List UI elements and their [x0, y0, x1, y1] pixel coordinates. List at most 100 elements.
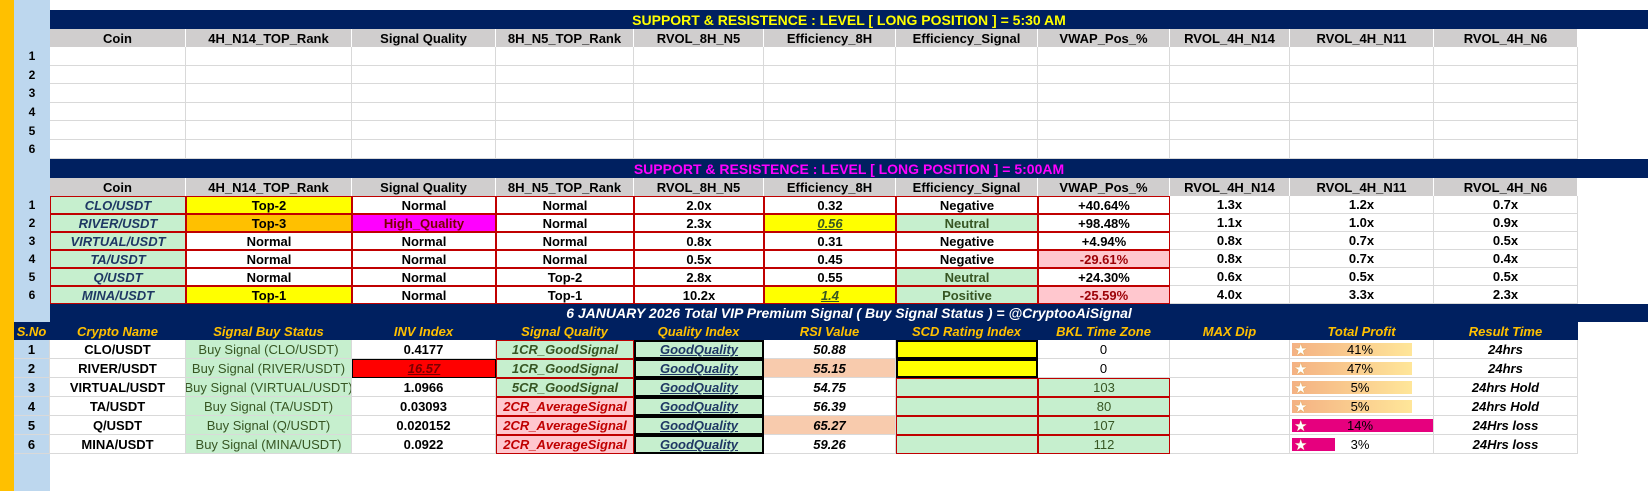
max-dip-cell — [1170, 435, 1290, 454]
empty-cell — [1290, 84, 1434, 103]
coin-cell: CLO/USDT — [50, 196, 186, 214]
rvol-8h-cell: 10.2x — [634, 286, 764, 304]
max-dip-cell — [1170, 378, 1290, 397]
empty-cell — [1434, 47, 1578, 66]
row-number: 4 — [14, 102, 50, 122]
rank-4h-cell: Top-1 — [186, 286, 352, 304]
crypto-name-cell: TA/USDT — [50, 397, 186, 416]
quality-index-cell: GoodQuality — [634, 378, 764, 397]
rank-4h-cell: Normal — [186, 232, 352, 250]
empty-cell — [186, 84, 352, 103]
empty-cell — [352, 102, 496, 122]
quality-index-cell: GoodQuality — [634, 435, 764, 454]
empty-cell — [1170, 140, 1290, 159]
signal-quality-cell: Normal — [352, 286, 496, 304]
rsi-cell: 55.15 — [764, 359, 896, 378]
total-profit-cell: ★ 5% — [1290, 378, 1434, 397]
total-profit-cell: ★ 47% — [1290, 359, 1434, 378]
rsi-cell: 50.88 — [764, 340, 896, 359]
bkl-time-cell: 0 — [1038, 359, 1170, 378]
empty-cell — [634, 102, 764, 122]
empty-cell — [1434, 65, 1578, 85]
vwap-cell: +98.48% — [1038, 214, 1170, 232]
table-row: Q/USDT Normal Normal Top-2 2.8x 0.55 Neutral +2… — [50, 268, 1578, 286]
column-header: VWAP_Pos_% — [1038, 29, 1170, 47]
empty-cell — [1170, 121, 1290, 140]
rsi-cell: 65.27 — [764, 416, 896, 435]
vwap-cell: -25.59% — [1038, 286, 1170, 304]
rvol-4h-n14-cell: 0.8x — [1170, 232, 1290, 250]
column-header: RVOL_4H_N14 — [1170, 29, 1290, 47]
inv-index-cell: 0.020152 — [352, 416, 496, 435]
inv-index-cell: 16.57 — [352, 359, 496, 378]
coin-cell: TA/USDT — [50, 250, 186, 268]
total-profit-cell: ★ 5% — [1290, 397, 1434, 416]
section1-header-row: Coin 4H_N14_TOP_Rank Signal Quality 8H_N5_T… — [50, 29, 1578, 47]
column-header: Efficiency_8H — [764, 29, 896, 47]
signal-quality-cell: 1CR_GoodSignal — [496, 359, 634, 378]
empty-cell — [1434, 102, 1578, 122]
coin-cell: Q/USDT — [50, 268, 186, 286]
serial-number: 1 — [14, 340, 50, 359]
crypto-name-cell: Q/USDT — [50, 416, 186, 435]
signal-row: 5 Q/USDT Buy Signal (Q/USDT) 0.020152 2CR_Av… — [14, 416, 1578, 435]
row-number: 1 — [14, 196, 50, 214]
rank-8h-cell: Normal — [496, 196, 634, 214]
column-header: Result Time — [1434, 322, 1578, 340]
empty-cell — [496, 47, 634, 66]
coin-cell: MINA/USDT — [50, 286, 186, 304]
efficiency-cell: 0.55 — [764, 268, 896, 286]
column-header: Efficiency_Signal — [896, 178, 1038, 196]
efficiency-signal-cell: Negative — [896, 196, 1038, 214]
column-header: RVOL_4H_N11 — [1290, 178, 1434, 196]
signal-row: 1 CLO/USDT Buy Signal (CLO/USDT) 0.4177 1CR_… — [14, 340, 1578, 359]
column-header: RSI Value — [764, 322, 896, 340]
empty-row — [50, 140, 1578, 159]
total-profit-cell: ★ 3% — [1290, 435, 1434, 454]
empty-cell — [634, 140, 764, 159]
profit-value: 14% — [1346, 418, 1374, 433]
serial-number: 4 — [14, 397, 50, 416]
crypto-name-cell: VIRTUAL/USDT — [50, 378, 186, 397]
profit-value: 5% — [1350, 380, 1370, 395]
buy-status-cell: Buy Signal (Q/USDT) — [186, 416, 352, 435]
column-header: 8H_N5_TOP_Rank — [496, 29, 634, 47]
empty-cell — [352, 65, 496, 85]
vwap-cell: +24.30% — [1038, 268, 1170, 286]
scd-rating-cell — [896, 359, 1038, 378]
scd-rating-cell — [896, 378, 1038, 397]
efficiency-signal-cell: Positive — [896, 286, 1038, 304]
empty-cell — [186, 140, 352, 159]
empty-cell — [1290, 102, 1434, 122]
rvol-4h-n6-cell: 0.7x — [1434, 196, 1578, 214]
column-header: SCD Rating Index — [896, 322, 1038, 340]
signal-quality-cell: 2CR_AverageSignal — [496, 416, 634, 435]
profit-value: 3% — [1350, 437, 1370, 452]
quality-index-cell: GoodQuality — [634, 416, 764, 435]
rank-4h-cell: Normal — [186, 250, 352, 268]
signal-row: 2 RIVER/USDT Buy Signal (RIVER/USDT) 16.57 1… — [14, 359, 1578, 378]
empty-row — [50, 121, 1578, 140]
rvol-4h-n11-cell: 0.7x — [1290, 250, 1434, 268]
row-number: 5 — [14, 121, 50, 140]
row-number: 4 — [14, 250, 50, 268]
empty-cell — [1038, 121, 1170, 140]
scd-rating-cell — [896, 397, 1038, 416]
empty-cell — [896, 47, 1038, 66]
empty-cell — [896, 102, 1038, 122]
crypto-name-cell: RIVER/USDT — [50, 359, 186, 378]
rvol-4h-n14-cell: 0.6x — [1170, 268, 1290, 286]
bkl-time-cell: 80 — [1038, 397, 1170, 416]
rvol-4h-n6-cell: 0.5x — [1434, 232, 1578, 250]
empty-cell — [50, 84, 186, 103]
column-header: RVOL_4H_N6 — [1434, 178, 1578, 196]
efficiency-cell: 0.56 — [764, 214, 896, 232]
empty-cell — [896, 121, 1038, 140]
empty-cell — [186, 102, 352, 122]
rvol-8h-cell: 2.0x — [634, 196, 764, 214]
rank-8h-cell: Normal — [496, 214, 634, 232]
bkl-time-cell: 0 — [1038, 340, 1170, 359]
empty-cell — [1290, 121, 1434, 140]
rank-4h-cell: Normal — [186, 268, 352, 286]
column-header: RVOL_8H_N5 — [634, 178, 764, 196]
